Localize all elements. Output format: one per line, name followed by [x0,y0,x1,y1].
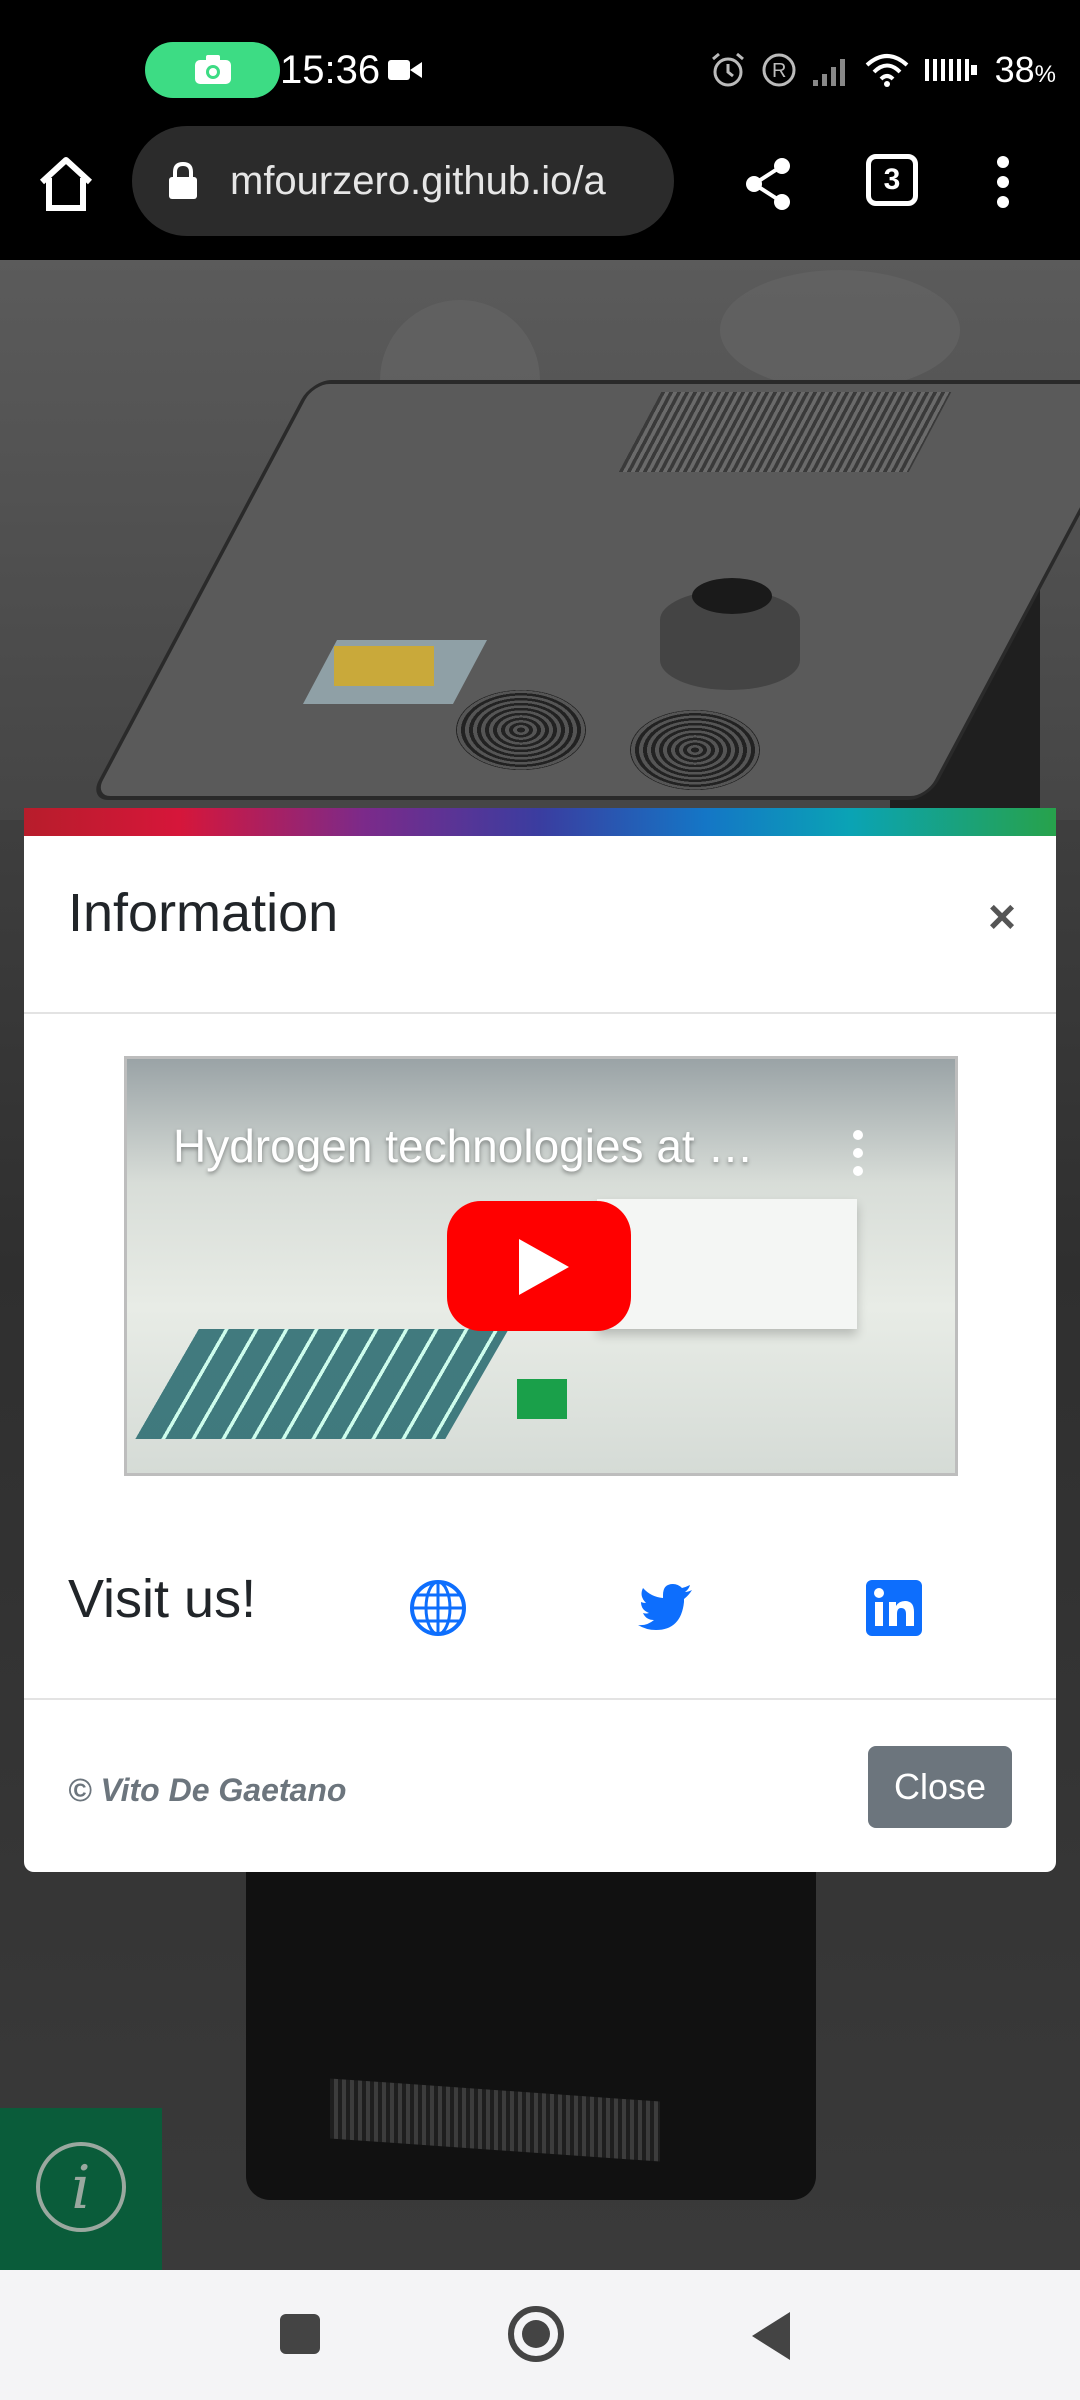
more-menu-icon[interactable] [988,154,1018,210]
alarm-icon [711,52,744,87]
device-terminal [334,646,434,686]
info-button[interactable]: i [0,2108,162,2270]
battery-level: 38% [994,49,1056,90]
lock-icon [169,162,197,199]
info-icon: i [36,2142,126,2232]
camera-in-use-indicator[interactable] [145,42,280,98]
status-bar: 15:36 R 38% [0,0,1080,130]
linkedin-icon[interactable] [864,1578,924,1638]
video-solar-panels [135,1329,509,1439]
address-bar[interactable]: mfourzero.github.io/a [132,126,674,236]
modal-title: Information [68,883,339,943]
wifi-icon [865,54,908,87]
twitter-icon[interactable] [636,1578,696,1638]
modal-footer-divider [24,1698,1056,1700]
clock: 15:36 [280,48,381,92]
video-more-icon[interactable] [851,1129,865,1177]
home-icon[interactable] [36,154,96,214]
screen-record-icon [388,60,422,80]
url-text[interactable]: mfourzero.github.io/a [230,156,660,206]
back-icon[interactable] [752,2312,790,2360]
device-connector-hole [692,578,772,614]
information-modal: Information × Hydrogen technologies at …… [24,808,1056,1872]
youtube-play-icon[interactable] [447,1201,631,1331]
camera-icon [195,55,231,84]
device-fan [630,710,760,790]
system-nav-bar [0,2270,1080,2400]
close-button[interactable]: Close [868,1746,1012,1828]
visit-us-label: Visit us! [68,1569,257,1629]
browser-toolbar: mfourzero.github.io/a 3 [0,126,1080,260]
map-shape [720,270,960,390]
recents-icon[interactable] [280,2314,320,2354]
nav-home-icon[interactable] [508,2306,564,2362]
video-title[interactable]: Hydrogen technologies at … [173,1119,753,1173]
battery-saver-icon [924,59,977,81]
registered-icon: R [762,53,796,87]
modal-close-icon[interactable]: × [988,894,1016,942]
modal-color-stripe [24,808,1056,836]
globe-icon[interactable] [408,1578,468,1638]
video-container [517,1379,567,1419]
status-icons: R 38% [709,44,1056,96]
svg-text:R: R [772,60,786,82]
device-vent [618,392,952,472]
share-icon[interactable] [742,156,794,212]
video-building [597,1199,857,1329]
tab-switcher-button[interactable]: 3 [866,154,918,206]
modal-header-divider [24,1012,1056,1014]
signal-icon [812,59,845,86]
copyright-text: © Vito De Gaetano [68,1772,347,1808]
youtube-video-embed[interactable]: Hydrogen technologies at … [124,1056,958,1476]
device-fan [456,690,586,770]
